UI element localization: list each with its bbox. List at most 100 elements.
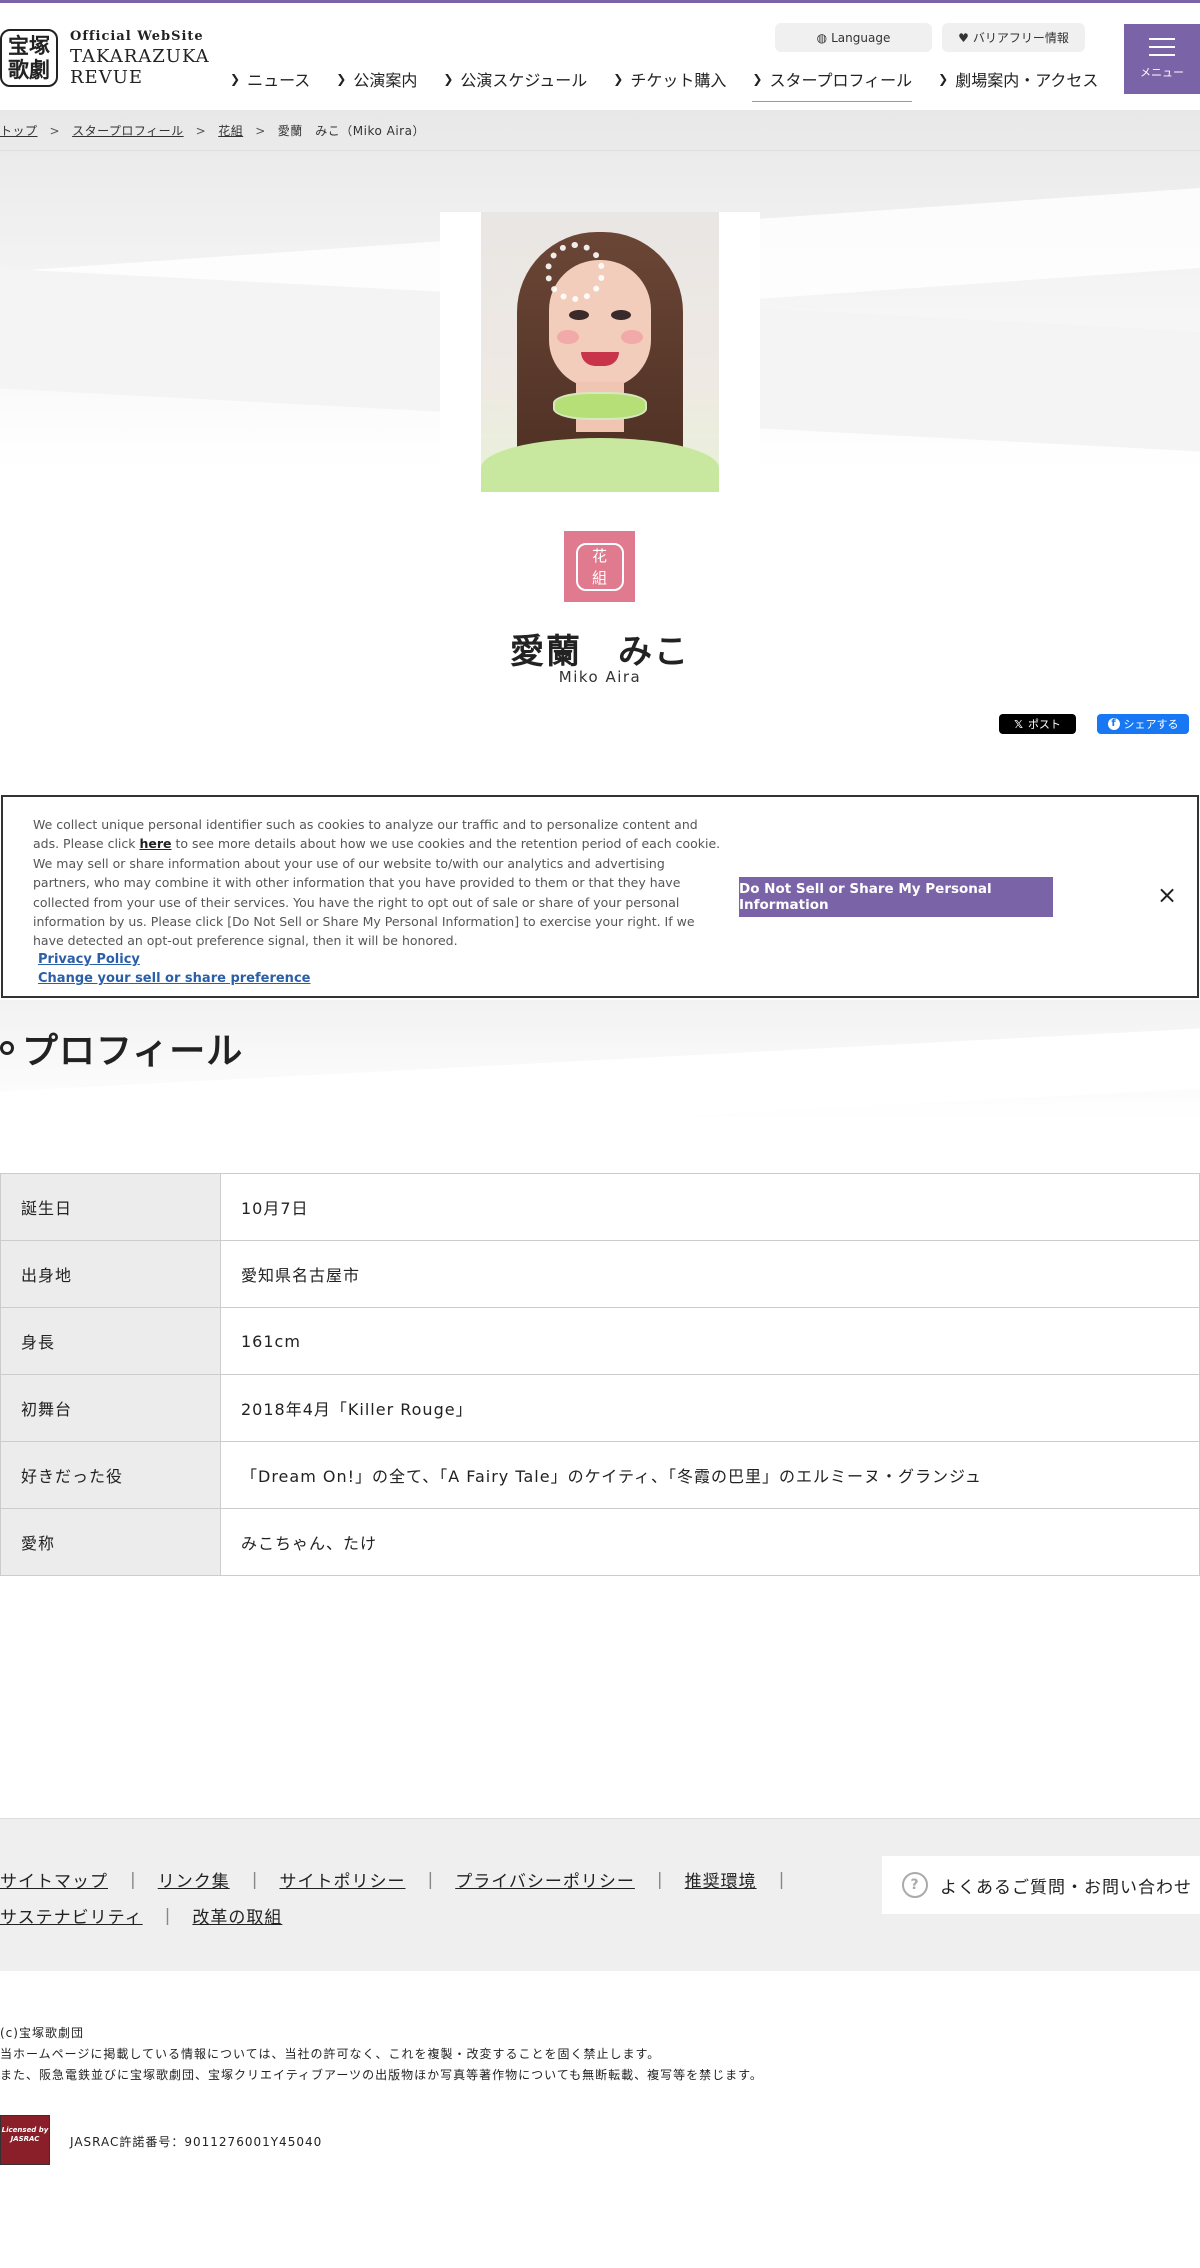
nav-item-label: スタープロフィール: [769, 71, 913, 90]
profile-value-favorite-role: 「Dream On!」の全て、「A Fairy Tale」のケイティ、「冬霞の巴…: [220, 1441, 1200, 1509]
nav-item-label: チケット購入: [630, 71, 727, 90]
site-logo[interactable]: 宝塚 歌劇 Official WebSite TAKARAZUKA REVUE: [0, 25, 210, 91]
menu-label: メニュー: [1140, 66, 1184, 79]
nav-item-label: ニュース: [247, 71, 311, 90]
troupe-icon-line2: 組: [591, 568, 607, 587]
cookie-details-link[interactable]: here: [140, 836, 172, 851]
footer-links: サイトマップ | リンク集 | サイトポリシー | プライバシーポリシー | 推…: [0, 1818, 1200, 1971]
footer-link-privacy-policy[interactable]: プライバシーポリシー: [455, 1867, 635, 1892]
footer-link-sustainability[interactable]: サステナビリティ: [0, 1903, 143, 1928]
chevron-right-icon: ❯: [613, 72, 624, 86]
nav-item-label: 公演案内: [353, 71, 418, 90]
footer-links-row2: サステナビリティ | 改革の取組: [0, 1903, 282, 1929]
facebook-share-label: シェアする: [1123, 718, 1179, 731]
star-portrait-photo: [481, 212, 719, 492]
star-name-jp: 愛蘭 みこ: [510, 632, 690, 672]
profile-key-debut: 初舞台: [0, 1374, 221, 1442]
breadcrumb-star-profile[interactable]: スタープロフィール: [72, 122, 184, 139]
barrier-free-label: バリアフリー情報: [972, 31, 1069, 45]
do-not-sell-button[interactable]: Do Not Sell or Share My Personal Informa…: [739, 877, 1053, 917]
nav-item-theater-access[interactable]: ❯ 劇場案内・アクセス: [938, 67, 1098, 99]
breadcrumb-separator: >: [195, 123, 207, 138]
troupe-flower-icon: 花 組: [564, 531, 635, 602]
footer-separator: |: [656, 1869, 663, 1890]
cookie-notice-text: We collect unique personal identifier su…: [33, 815, 723, 951]
copyright-notice: (c)宝塚歌劇団 当ホームページに掲載している情報については、当社の許可なく、こ…: [0, 2023, 763, 2086]
nav-item-schedule[interactable]: ❯ 公演スケジュール: [443, 67, 587, 99]
chevron-right-icon: ❯: [443, 72, 454, 86]
chevron-right-icon: ❯: [230, 72, 241, 86]
copyright-line: (c)宝塚歌劇団: [0, 2026, 84, 2040]
troupe-icon-line1: 花: [591, 546, 607, 565]
logo-text: Official WebSite TAKARAZUKA REVUE: [70, 29, 210, 88]
nav-item-news[interactable]: ❯ ニュース: [230, 67, 310, 99]
footer-link-recommended-env[interactable]: 推奨環境: [685, 1867, 757, 1892]
nav-item-label: 公演スケジュール: [460, 71, 588, 90]
global-nav: ❯ ニュース ❯ 公演案内 ❯ 公演スケジュール ❯ チケット購入 ❯ スタープ…: [230, 67, 1124, 102]
barrier-free-button[interactable]: ♥ バリアフリー情報: [942, 23, 1085, 52]
footer-link-sitemap[interactable]: サイトマップ: [0, 1867, 108, 1892]
heart-icon: ♥: [958, 30, 969, 45]
jasrac-logo: Licensed by JASRAC: [0, 2115, 50, 2165]
cookie-consent-banner: We collect unique personal identifier su…: [1, 795, 1199, 998]
copyright-line: また、阪急電鉄並びに宝塚歌劇団、宝塚クリエイティブアーツの出版物ほか写真等著作物…: [0, 2068, 763, 2082]
footer-links-row1: サイトマップ | リンク集 | サイトポリシー | プライバシーポリシー | 推…: [0, 1867, 806, 1893]
profile-heading-label: プロフィール: [22, 1031, 244, 1072]
nav-item-label: 劇場案内・アクセス: [955, 71, 1099, 90]
table-row: 出身地 愛知県名古屋市: [0, 1240, 1200, 1308]
menu-button[interactable]: メニュー: [1124, 24, 1200, 94]
nav-item-tickets[interactable]: ❯ チケット購入: [613, 67, 726, 99]
cookie-text-part2: to see more details about how we use coo…: [33, 836, 721, 949]
faq-label: よくあるご質問・お問い合わせ: [940, 1877, 1192, 1898]
circle-bullet-icon: [0, 1041, 14, 1055]
breadcrumb: トップ > スタープロフィール > 花組 > 愛蘭 みこ（Miko Aira）: [0, 122, 425, 139]
facebook-icon: f: [1107, 718, 1120, 730]
nav-item-performances[interactable]: ❯ 公演案内: [336, 67, 417, 99]
breadcrumb-separator: >: [255, 123, 266, 138]
portrait-headpiece: [545, 242, 605, 302]
change-preference-link[interactable]: Change your sell or share preference: [38, 971, 310, 986]
profile-value-hometown: 愛知県名古屋市: [220, 1240, 1200, 1308]
language-button[interactable]: ◍ Language: [775, 23, 932, 52]
breadcrumb-troupe[interactable]: 花組: [218, 122, 243, 139]
nav-item-star-profile[interactable]: ❯ スタープロフィール: [752, 67, 913, 102]
footer-separator: |: [778, 1869, 785, 1890]
x-logo-icon: 𝕏: [1014, 717, 1023, 731]
profile-value-nickname: みこちゃん、たけ: [220, 1508, 1200, 1576]
table-row: 初舞台 2018年4月「Killer Rouge」: [0, 1374, 1200, 1442]
hamburger-icon: [1149, 38, 1175, 56]
portrait-eye: [569, 310, 589, 320]
profile-value-birthday: 10月7日: [220, 1173, 1200, 1241]
breadcrumb-divider: [0, 150, 1200, 151]
footer-link-links[interactable]: リンク集: [158, 1867, 230, 1892]
logo-mark: 宝塚 歌劇: [0, 29, 58, 87]
language-label: Language: [831, 30, 891, 45]
breadcrumb-top[interactable]: トップ: [0, 122, 38, 139]
faq-contact-button[interactable]: ? よくあるご質問・お問い合わせ: [882, 1856, 1200, 1914]
profile-key-hometown: 出身地: [0, 1240, 221, 1308]
troupe-icon-mark: 花 組: [575, 542, 624, 591]
site-header: 宝塚 歌劇 Official WebSite TAKARAZUKA REVUE …: [0, 3, 1200, 110]
footer-link-reform[interactable]: 改革の取組: [192, 1903, 282, 1928]
breadcrumb-separator: >: [49, 123, 61, 138]
facebook-share-button[interactable]: f シェアする: [1097, 714, 1189, 734]
privacy-policy-link[interactable]: Privacy Policy: [38, 952, 140, 967]
logo-official: Official WebSite: [70, 28, 204, 44]
table-row: 身長 161cm: [0, 1307, 1200, 1375]
footer-separator: |: [164, 1905, 171, 1926]
x-post-button[interactable]: 𝕏 ポスト: [999, 714, 1076, 734]
profile-value-height: 161cm: [220, 1307, 1200, 1375]
chevron-right-icon: ❯: [938, 72, 949, 86]
globe-icon: ◍: [816, 30, 828, 45]
footer-separator: |: [130, 1869, 136, 1890]
logo-mark-line1: 宝塚: [8, 33, 50, 58]
portrait-collar: [553, 392, 647, 420]
close-icon[interactable]: ×: [1157, 881, 1177, 909]
portrait-dress: [481, 438, 719, 492]
jasrac-logo-text: Licensed by JASRAC: [1, 2126, 49, 2143]
footer-link-site-policy[interactable]: サイトポリシー: [279, 1867, 405, 1892]
footer-separator: |: [251, 1869, 258, 1890]
copyright-line: 当ホームページに掲載している情報については、当社の許可なく、これを複製・改変する…: [0, 2047, 661, 2061]
logo-mark-line2: 歌劇: [8, 57, 50, 82]
question-icon: ?: [902, 1872, 928, 1898]
